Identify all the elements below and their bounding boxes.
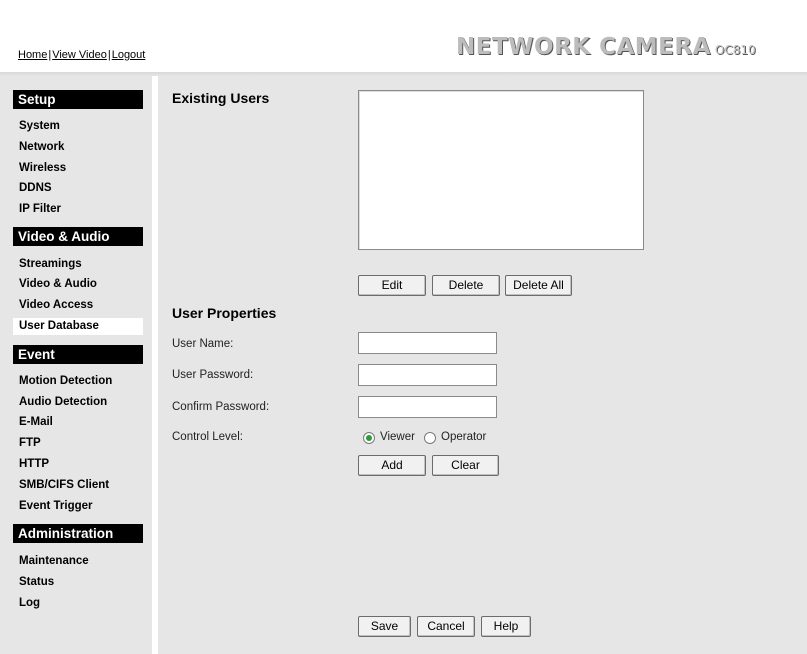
sidebar-item-system[interactable]: System [19,118,60,135]
existing-users-title: Existing Users [172,90,270,106]
sidebar-item-ip-filter[interactable]: IP Filter [19,201,61,218]
user-password-field[interactable] [358,364,497,386]
user-properties-title: User Properties [172,305,277,321]
operator-radio-label[interactable]: Operator [441,431,486,443]
sidebar-item-event-trigger[interactable]: Event Trigger [19,498,93,515]
link-separator: | [48,49,52,61]
sidebar-item-wireless[interactable]: Wireless [19,160,66,177]
delete-button[interactable]: Delete [432,275,500,296]
add-button[interactable]: Add [358,455,426,476]
user-name-field[interactable] [358,332,497,354]
edit-button[interactable]: Edit [358,275,426,296]
sidebar-item-user-database[interactable]: User Database [13,318,143,335]
section-header-administration: Administration [13,524,143,543]
delete-all-button[interactable]: Delete All [505,275,572,296]
user-name-label: User Name: [172,338,234,350]
confirm-password-field[interactable] [358,396,497,418]
clear-button[interactable]: Clear [432,455,499,476]
viewer-radio-label[interactable]: Viewer [380,431,415,443]
sidebar-item-log[interactable]: Log [19,595,40,612]
sidebar-item-ddns[interactable]: DDNS [19,180,52,197]
sidebar-item-motion-detection[interactable]: Motion Detection [19,373,112,390]
sidebar-item-network[interactable]: Network [19,139,64,156]
header: Home|View Video|Logout NETWORK CAMERA OC8… [0,0,807,72]
sidebar-item-ftp[interactable]: FTP [19,435,41,452]
brand-logo: NETWORK CAMERA OC810 [456,34,756,60]
sidebar-item-video-audio[interactable]: Video & Audio [19,276,97,293]
view-video-link[interactable]: View Video [52,49,107,61]
sidebar-item-http[interactable]: HTTP [19,456,49,473]
cancel-button[interactable]: Cancel [417,616,475,637]
section-header-video-audio: Video & Audio [13,227,143,246]
sidebar-item-audio-detection[interactable]: Audio Detection [19,394,107,411]
sidebar-item-email[interactable]: E-Mail [19,414,53,431]
logout-link[interactable]: Logout [112,49,146,61]
save-button[interactable]: Save [358,616,411,637]
section-header-event: Event [13,345,143,364]
sidebar-item-status[interactable]: Status [19,574,54,591]
existing-users-list[interactable] [358,90,644,250]
brand-title: NETWORK CAMERA [456,34,711,60]
user-password-label: User Password: [172,369,254,381]
home-link[interactable]: Home [18,49,47,61]
sidebar-item-smb-cifs-client[interactable]: SMB/CIFS Client [19,477,109,494]
main-content: Existing Users Edit Delete Delete All Us… [158,76,807,654]
sidebar-item-maintenance[interactable]: Maintenance [19,553,89,570]
top-links: Home|View Video|Logout [18,49,145,61]
sidebar-item-streamings[interactable]: Streamings [19,256,82,273]
help-button[interactable]: Help [481,616,531,637]
link-separator: | [107,49,111,61]
sidebar: Setup System Network Wireless DDNS IP Fi… [0,76,152,654]
operator-radio[interactable] [424,432,436,444]
control-level-label: Control Level: [172,431,243,443]
confirm-password-label: Confirm Password: [172,401,270,413]
model-name: OC810 [714,43,756,57]
section-header-setup: Setup [13,90,143,109]
sidebar-item-video-access[interactable]: Video Access [19,297,93,314]
viewer-radio[interactable] [363,432,375,444]
